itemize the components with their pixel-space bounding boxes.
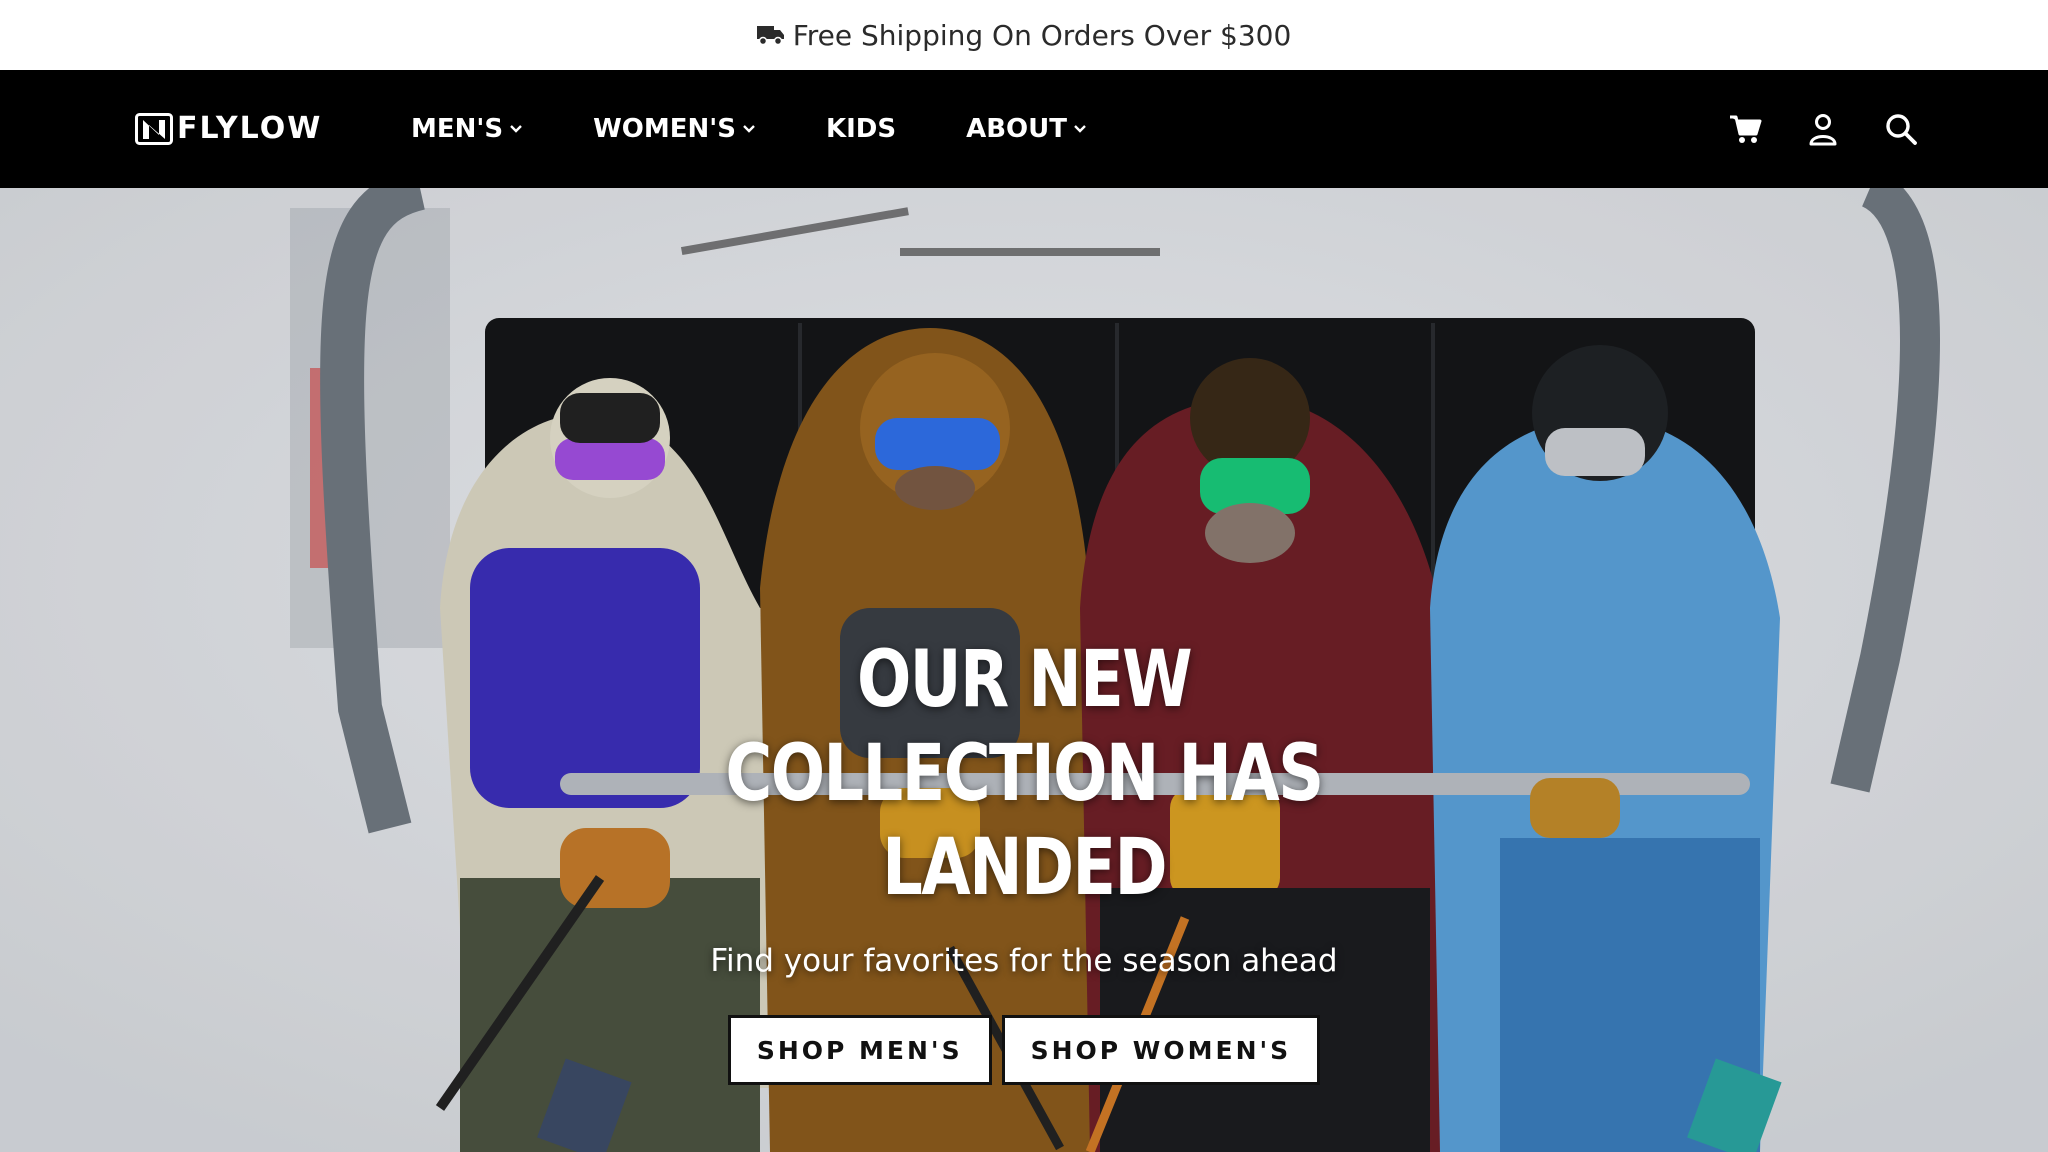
search-icon[interactable] [1884, 112, 1918, 146]
announcement-bar: Free Shipping On Orders Over $300 [0, 0, 2048, 70]
hero-buttons: SHOP MEN'S SHOP WOMEN'S [0, 1015, 2048, 1085]
chevron-down-icon [743, 125, 755, 133]
chevron-down-icon [1074, 125, 1086, 133]
chevron-down-icon [510, 125, 522, 133]
flylow-logo[interactable]: FLYLOW [135, 113, 322, 145]
hero-content: OUR NEW COLLECTION HAS LANDED Find your … [0, 633, 2048, 1085]
header-actions [1728, 70, 1918, 188]
shop-womens-button[interactable]: SHOP WOMEN'S [1001, 1015, 1321, 1085]
site-header: FLYLOW MEN'S WOMEN'S KIDS ABOUT [0, 70, 2048, 188]
truck-icon [756, 26, 784, 46]
main-nav: MEN'S WOMEN'S KIDS ABOUT [411, 70, 1157, 188]
nav-item-womens[interactable]: WOMEN'S [593, 114, 756, 144]
nav-item-label: WOMEN'S [593, 114, 736, 144]
nav-item-label: ABOUT [966, 114, 1067, 144]
nav-item-mens[interactable]: MEN'S [411, 114, 523, 144]
nav-item-kids[interactable]: KIDS [826, 114, 896, 144]
logo-wordmark: FLYLOW [177, 111, 323, 146]
hero-banner: OUR NEW COLLECTION HAS LANDED Find your … [0, 188, 2048, 1152]
nav-item-label: KIDS [825, 114, 897, 144]
cart-icon[interactable] [1728, 112, 1762, 146]
shop-mens-button[interactable]: SHOP MEN'S [727, 1015, 992, 1085]
nav-item-label: MEN'S [411, 114, 504, 144]
flylow-logo-mark-icon [135, 113, 173, 145]
account-icon[interactable] [1806, 112, 1840, 146]
hero-subtitle: Find your favorites for the season ahead [710, 943, 1338, 979]
announcement-text: Free Shipping On Orders Over $300 [792, 18, 1292, 52]
hero-title: OUR NEW COLLECTION HAS LANDED [725, 635, 1324, 913]
nav-item-about[interactable]: ABOUT [966, 114, 1087, 144]
